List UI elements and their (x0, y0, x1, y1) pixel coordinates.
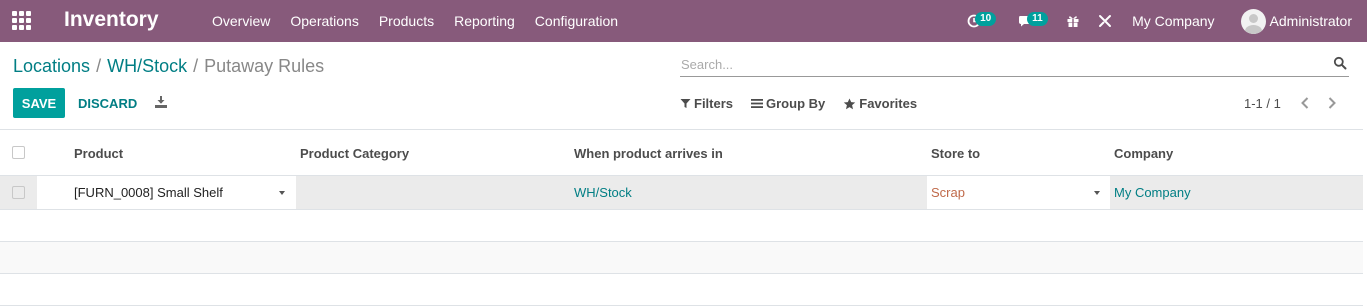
company-switcher[interactable]: My Company (1132, 13, 1214, 29)
activity-button[interactable]: 10 (963, 10, 997, 32)
column-company[interactable]: Company (1114, 146, 1173, 161)
gift-button[interactable] (1062, 10, 1084, 32)
menu-reporting[interactable]: Reporting (454, 13, 515, 29)
search-bar (680, 52, 1349, 77)
arrives-in-cell: WH/Stock (574, 176, 914, 209)
save-button[interactable]: SAVE (13, 88, 65, 118)
filter-icon (680, 99, 691, 108)
app-title[interactable]: Inventory (64, 8, 159, 32)
menu-operations[interactable]: Operations (290, 13, 358, 29)
menu-overview[interactable]: Overview (212, 13, 270, 29)
table-header: Product Product Category When product ar… (0, 129, 1363, 176)
column-arrives-in[interactable]: When product arrives in (574, 146, 723, 161)
arrives-in-link[interactable]: WH/Stock (574, 185, 632, 200)
product-value: [FURN_0008] Small Shelf (74, 185, 223, 200)
group-by-button[interactable]: Group By (751, 96, 825, 111)
messages-button[interactable]: 11 (1015, 10, 1048, 32)
column-product[interactable]: Product (74, 146, 123, 161)
caret-down-icon[interactable] (1094, 191, 1100, 195)
tools-icon (1099, 15, 1112, 27)
store-to-value: Scrap (931, 185, 965, 200)
breadcrumb-separator: / (193, 56, 199, 76)
filters-button[interactable]: Filters (680, 96, 733, 111)
activity-count-badge: 10 (975, 12, 997, 26)
menu-configuration[interactable]: Configuration (535, 13, 618, 29)
page-title: Putaway Rules (204, 56, 325, 76)
product-field[interactable]: [FURN_0008] Small Shelf (37, 176, 296, 209)
pager-value[interactable]: 1-1 / 1 (1244, 96, 1281, 111)
breadcrumb: Locations / WH/Stock / Putaway Rules (13, 56, 324, 77)
debug-tools-button[interactable] (1094, 10, 1116, 32)
breadcrumb-wh-stock[interactable]: WH/Stock (107, 56, 187, 77)
empty-row (0, 210, 1363, 242)
company-cell: My Company (1110, 176, 1363, 209)
menu-products[interactable]: Products (379, 13, 434, 29)
main-menu: Overview Operations Products Reporting C… (212, 0, 638, 42)
caret-down-icon[interactable] (279, 191, 285, 195)
filters-label: Filters (694, 96, 734, 111)
breadcrumb-locations[interactable]: Locations (13, 56, 90, 77)
empty-row (0, 274, 1363, 306)
row-checkbox[interactable] (12, 186, 25, 199)
messages-count-badge: 11 (1027, 12, 1048, 26)
apps-menu-icon[interactable] (12, 11, 31, 30)
gift-icon (1067, 16, 1079, 27)
list-icon (751, 99, 764, 108)
search-icon[interactable] (1333, 56, 1347, 70)
company-link[interactable]: My Company (1114, 185, 1191, 200)
user-menu[interactable]: Administrator (1270, 13, 1352, 29)
top-navbar: Inventory Overview Operations Products R… (0, 0, 1367, 42)
empty-row (0, 242, 1363, 274)
favorites-label: Favorites (859, 96, 918, 111)
systray: 10 11 My Company Administrator (963, 0, 1367, 42)
table-row[interactable]: [FURN_0008] Small Shelf WH/Stock Scrap M… (0, 176, 1363, 210)
search-options: Filters Group By Favorites (680, 96, 935, 111)
search-input[interactable] (681, 55, 1301, 73)
group-by-label: Group By (766, 96, 826, 111)
store-to-field[interactable]: Scrap (927, 176, 1110, 209)
putaway-rules-table: Product Product Category When product ar… (0, 129, 1363, 306)
breadcrumb-separator: / (96, 56, 102, 76)
user-avatar[interactable] (1240, 8, 1266, 34)
chevron-left-icon[interactable] (1298, 95, 1312, 111)
download-icon[interactable] (154, 95, 168, 109)
chevron-right-icon[interactable] (1325, 95, 1339, 111)
favorites-button[interactable]: Favorites (843, 96, 917, 111)
column-store-to[interactable]: Store to (931, 146, 980, 161)
discard-button[interactable]: DISCARD (78, 96, 137, 111)
column-product-category[interactable]: Product Category (300, 146, 409, 161)
star-icon (844, 98, 856, 109)
select-all-checkbox[interactable] (12, 146, 25, 159)
